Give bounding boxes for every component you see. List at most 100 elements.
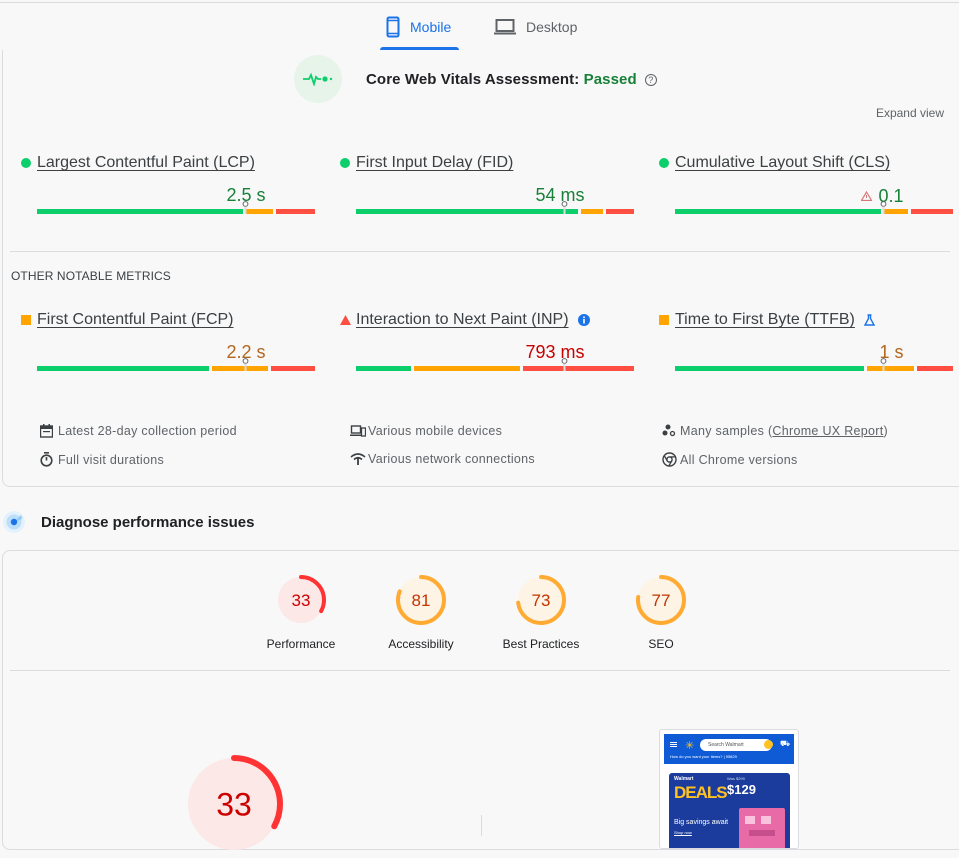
metric-value: 54 ms	[535, 185, 585, 205]
info-samples: Many samples (Chrome UX Report)	[662, 424, 888, 438]
metric-name-link[interactable]: Largest Contentful Paint (LCP)	[37, 154, 255, 172]
metric-name-link[interactable]: Interaction to Next Paint (INP)	[356, 311, 569, 329]
cwv-assessment-label: Core Web Vitals Assessment:	[366, 70, 584, 88]
expand-view-link[interactable]: Expand view	[876, 106, 944, 120]
screenshot-search-icon	[764, 740, 773, 749]
percentile-marker	[880, 201, 887, 214]
diagnose-header: Diagnose performance issues	[2, 507, 254, 537]
info-collection-period: Latest 28-day collection period	[40, 424, 237, 438]
metric-title: First Contentful Paint (FCP)	[21, 311, 234, 329]
score-label: Accessibility	[388, 637, 454, 651]
needs-improvement-rating-square-icon	[21, 315, 37, 325]
info-samples-prefix: Many samples (	[680, 424, 773, 438]
distribution-needs-improvement-segment	[414, 366, 520, 371]
distribution-good-segment	[675, 366, 864, 371]
metric-name-link[interactable]: First Contentful Paint (FCP)	[37, 311, 234, 329]
tab-mobile-label: Mobile	[410, 19, 452, 35]
distribution-poor-segment	[276, 209, 315, 214]
distribution-good-segment	[37, 366, 210, 371]
page-screenshot: ✳ Search Walmart ⛟ How do you want your …	[659, 729, 799, 849]
chrome-ux-report-link[interactable]: Chrome UX Report	[772, 424, 883, 438]
metric-name-link[interactable]: First Input Delay (FID)	[356, 154, 513, 172]
other-metrics-heading: OTHER NOTABLE METRICS	[11, 269, 171, 283]
distribution-good-segment	[356, 209, 579, 214]
score-gauge-performance[interactable]: 33 Performance	[241, 575, 361, 651]
info-samples-suffix: )	[883, 424, 888, 438]
tab-mobile[interactable]: Mobile	[386, 14, 451, 40]
metric-value-wrap: 54 ms	[385, 185, 585, 206]
score-value: 73	[532, 591, 551, 610]
distribution-needs-improvement-segment	[581, 209, 604, 214]
distribution-good-segment	[675, 209, 881, 214]
screenshot-product-image	[739, 808, 785, 848]
distribution-needs-improvement-segment	[866, 366, 914, 371]
distribution-poor-segment	[606, 209, 634, 214]
screenshot-spark-logo: ✳	[685, 740, 695, 752]
score-gauge-best-practices[interactable]: 73 Best Practices	[481, 575, 601, 651]
screenshot-cta: Shop now	[674, 830, 692, 835]
samples-icon	[662, 424, 680, 438]
metric-value-wrap: 2.2 s	[66, 342, 265, 363]
metric-name-link[interactable]: Cumulative Layout Shift (CLS)	[675, 154, 890, 172]
info-chrome-versions: All Chrome versions	[662, 452, 798, 467]
metric-value-wrap: 2.5 s	[66, 185, 265, 206]
distribution-needs-improvement-segment	[883, 209, 909, 214]
metric-value-wrap: 793 ms	[385, 342, 585, 363]
score-label: Best Practices	[502, 637, 580, 651]
info-devices-text: Various mobile devices	[368, 424, 503, 438]
info-collection-period-text: Latest 28-day collection period	[58, 424, 237, 438]
distribution-bar	[356, 201, 634, 214]
help-icon[interactable]: ?	[644, 73, 657, 86]
warning-triangle-icon	[860, 185, 874, 206]
screenshot-brand: Walmart	[674, 776, 694, 782]
screenshot-was-price: Was $299	[727, 776, 745, 781]
metric-title: Cumulative Layout Shift (CLS)	[659, 154, 890, 172]
diagnose-title: Diagnose performance issues	[41, 513, 255, 531]
distribution-needs-improvement-segment	[245, 209, 274, 214]
needs-improvement-rating-square-icon	[659, 315, 675, 325]
poor-rating-triangle-icon	[340, 315, 356, 325]
screenshot-cart-icon: ⛟	[780, 739, 791, 748]
calendar-icon	[40, 424, 58, 438]
info-icon[interactable]	[577, 314, 590, 326]
devices-icon	[350, 425, 368, 437]
screenshot-search: Search Walmart	[700, 739, 772, 751]
metric-value: 793 ms	[525, 342, 585, 362]
info-visit-durations: Full visit durations	[40, 452, 164, 467]
metric-name-link[interactable]: Time to First Byte (TTFB)	[675, 311, 855, 329]
big-score-gauge: 33	[185, 755, 283, 858]
cwv-status: Passed	[583, 70, 637, 88]
distribution-bar	[675, 358, 953, 371]
distribution-bar	[356, 358, 634, 371]
cwv-assessment: Core Web Vitals Assessment: Passed?	[294, 55, 657, 103]
score-label: SEO	[648, 637, 674, 651]
score-gauge-accessibility[interactable]: 81 Accessibility	[361, 575, 481, 651]
stopwatch-icon	[40, 452, 58, 467]
distribution-bar	[37, 201, 315, 214]
score-value: 81	[412, 591, 431, 610]
info-visit-durations-text: Full visit durations	[58, 452, 165, 467]
distribution-bar	[675, 201, 953, 214]
device-tabs: Mobile Desktop	[0, 0, 959, 50]
info-devices: Various mobile devices	[350, 424, 502, 438]
lighthouse-radar-icon	[2, 507, 26, 537]
distribution-poor-segment	[916, 366, 953, 371]
score-gauge-seo[interactable]: 77 SEO	[601, 575, 721, 651]
percentile-marker	[561, 358, 568, 371]
distribution-poor-segment	[522, 366, 634, 371]
metric-value-wrap: 1 s	[704, 342, 903, 363]
tab-desktop-label: Desktop	[526, 19, 578, 35]
gauges-divider	[10, 670, 950, 671]
distribution-good-segment	[356, 366, 412, 371]
metric-value-wrap: 0.1	[704, 185, 904, 207]
screenshot-price: $129	[727, 782, 756, 797]
percentile-marker	[242, 358, 249, 371]
screenshot-deals: DEALS	[674, 783, 728, 802]
distribution-good-segment	[37, 209, 243, 214]
cwv-assessment-text: Core Web Vitals Assessment: Passed?	[366, 71, 657, 88]
tab-desktop[interactable]: Desktop	[494, 14, 577, 40]
info-network-text: Various network connections	[368, 452, 535, 466]
score-label: Performance	[266, 637, 336, 651]
vertical-divider	[481, 815, 482, 836]
screenshot-menu-icon	[670, 742, 677, 743]
